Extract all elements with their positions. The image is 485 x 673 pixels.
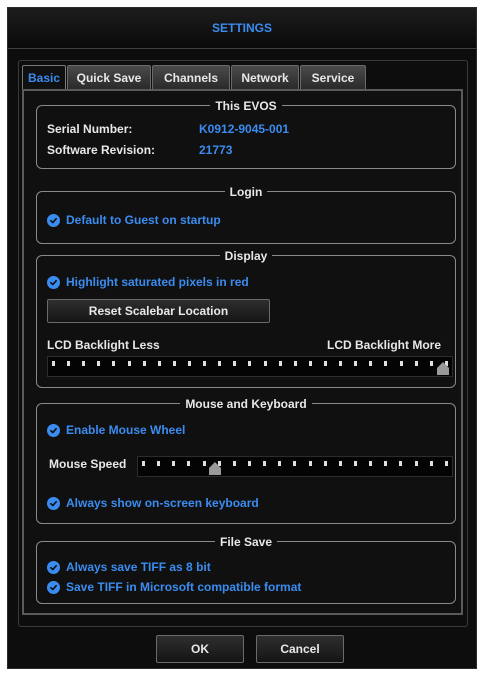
- slider-tick: [293, 361, 297, 366]
- slider-ticks: [142, 461, 448, 466]
- tab-bar: Basic Quick Save Channels Network Servic…: [22, 65, 366, 89]
- window-title: SETTINGS: [8, 8, 476, 49]
- slider-tick: [187, 461, 191, 466]
- mouse-speed-slider[interactable]: [137, 456, 453, 477]
- group-title-mouse-keyboard: Mouse and Keyboard: [180, 396, 312, 412]
- group-login: Login Default to Guest on startup: [36, 184, 456, 244]
- slider-tick: [384, 461, 388, 466]
- highlight-saturated-label: Highlight saturated pixels in red: [66, 275, 249, 289]
- slider-tick: [82, 361, 86, 366]
- slider-tick: [323, 461, 327, 466]
- slider-tick: [429, 461, 433, 466]
- group-file-save: File Save Always save TIFF as 8 bit Save…: [36, 534, 456, 604]
- slider-ticks: [52, 361, 448, 366]
- slider-tick: [142, 461, 145, 466]
- tab-channels[interactable]: Channels: [152, 65, 230, 89]
- onscreen-keyboard-checkbox[interactable]: Always show on-screen keyboard: [47, 496, 259, 510]
- slider-tick: [172, 461, 176, 466]
- software-revision-value: 21773: [199, 143, 233, 157]
- slider-tick: [278, 361, 282, 366]
- group-title-this-evos: This EVOS: [210, 98, 282, 114]
- software-revision-label: Software Revision:: [47, 143, 156, 157]
- slider-tick: [429, 361, 433, 366]
- check-circle-icon: [47, 580, 60, 594]
- slider-tick: [414, 361, 418, 366]
- check-circle-icon: [47, 423, 60, 437]
- tab-basic[interactable]: Basic: [22, 65, 66, 89]
- slider-tick: [232, 461, 236, 466]
- slider-tick: [339, 361, 343, 366]
- slider-tick: [369, 461, 373, 466]
- slider-tick: [263, 461, 267, 466]
- check-circle-icon: [47, 213, 60, 227]
- default-guest-checkbox[interactable]: Default to Guest on startup: [47, 213, 221, 227]
- slider-tick: [414, 461, 418, 466]
- slider-tick: [278, 461, 282, 466]
- slider-tick: [157, 461, 161, 466]
- slider-tick: [67, 361, 71, 366]
- tab-network[interactable]: Network: [231, 65, 299, 89]
- slider-tick: [247, 461, 251, 466]
- onscreen-keyboard-label: Always show on-screen keyboard: [66, 496, 259, 510]
- slider-tick: [353, 461, 357, 466]
- group-mouse-keyboard: Mouse and Keyboard Enable Mouse Wheel Mo…: [36, 396, 456, 524]
- slider-tick: [444, 461, 448, 466]
- tiff-microsoft-checkbox[interactable]: Save TIFF in Microsoft compatible format: [47, 580, 301, 594]
- check-circle-icon: [47, 275, 60, 289]
- slider-tick: [172, 361, 176, 366]
- reset-scalebar-button[interactable]: Reset Scalebar Location: [47, 299, 270, 323]
- mouse-wheel-label: Enable Mouse Wheel: [66, 423, 186, 437]
- ok-button[interactable]: OK: [156, 635, 244, 663]
- group-title-file-save: File Save: [214, 534, 278, 550]
- slider-thumb-icon[interactable]: [209, 462, 222, 475]
- group-title-login: Login: [224, 184, 268, 200]
- slider-tick: [127, 361, 131, 366]
- group-this-evos: This EVOS Serial Number: K0912-9045-001 …: [36, 98, 456, 169]
- check-circle-icon: [47, 560, 60, 574]
- mouse-wheel-checkbox[interactable]: Enable Mouse Wheel: [47, 423, 185, 437]
- slider-tick: [203, 361, 207, 366]
- tiff-8bit-checkbox[interactable]: Always save TIFF as 8 bit: [47, 560, 211, 574]
- slider-tick: [293, 461, 297, 466]
- tab-quick-save[interactable]: Quick Save: [67, 65, 151, 89]
- slider-tick: [369, 361, 373, 366]
- slider-tick: [248, 361, 252, 366]
- slider-tick: [308, 361, 312, 366]
- slider-tick: [218, 361, 222, 366]
- serial-number-label: Serial Number:: [47, 122, 133, 136]
- mouse-speed-label: Mouse Speed: [49, 457, 127, 471]
- highlight-saturated-checkbox[interactable]: Highlight saturated pixels in red: [47, 275, 249, 289]
- slider-tick: [233, 361, 237, 366]
- slider-tick: [52, 361, 55, 366]
- backlight-more-label: LCD Backlight More: [326, 338, 441, 352]
- tiff-microsoft-label: Save TIFF in Microsoft compatible format: [66, 580, 302, 594]
- tab-service[interactable]: Service: [300, 65, 366, 89]
- group-title-display: Display: [219, 248, 273, 264]
- slider-tick: [187, 361, 191, 366]
- backlight-less-label: LCD Backlight Less: [47, 338, 160, 352]
- default-guest-label: Default to Guest on startup: [66, 213, 221, 227]
- serial-number-value: K0912-9045-001: [199, 122, 290, 136]
- slider-tick: [323, 361, 327, 366]
- slider-thumb-icon[interactable]: [437, 362, 449, 375]
- backlight-slider[interactable]: [47, 356, 453, 377]
- tiff-8bit-label: Always save TIFF as 8 bit: [66, 560, 211, 574]
- slider-tick: [112, 361, 116, 366]
- basic-panel: This EVOS Serial Number: K0912-9045-001 …: [22, 89, 463, 615]
- slider-tick: [338, 461, 342, 466]
- settings-window: SETTINGS Basic Quick Save Channels Netwo…: [7, 7, 477, 669]
- slider-tick: [354, 361, 358, 366]
- slider-tick: [399, 361, 403, 366]
- slider-tick: [142, 361, 146, 366]
- slider-tick: [384, 361, 388, 366]
- slider-tick: [263, 361, 267, 366]
- cancel-button[interactable]: Cancel: [256, 635, 344, 663]
- slider-tick: [308, 461, 312, 466]
- slider-tick: [399, 461, 403, 466]
- slider-tick: [97, 361, 101, 366]
- slider-tick: [202, 461, 206, 466]
- group-display: Display Highlight saturated pixels in re…: [36, 248, 456, 388]
- check-circle-icon: [47, 496, 60, 510]
- slider-tick: [157, 361, 161, 366]
